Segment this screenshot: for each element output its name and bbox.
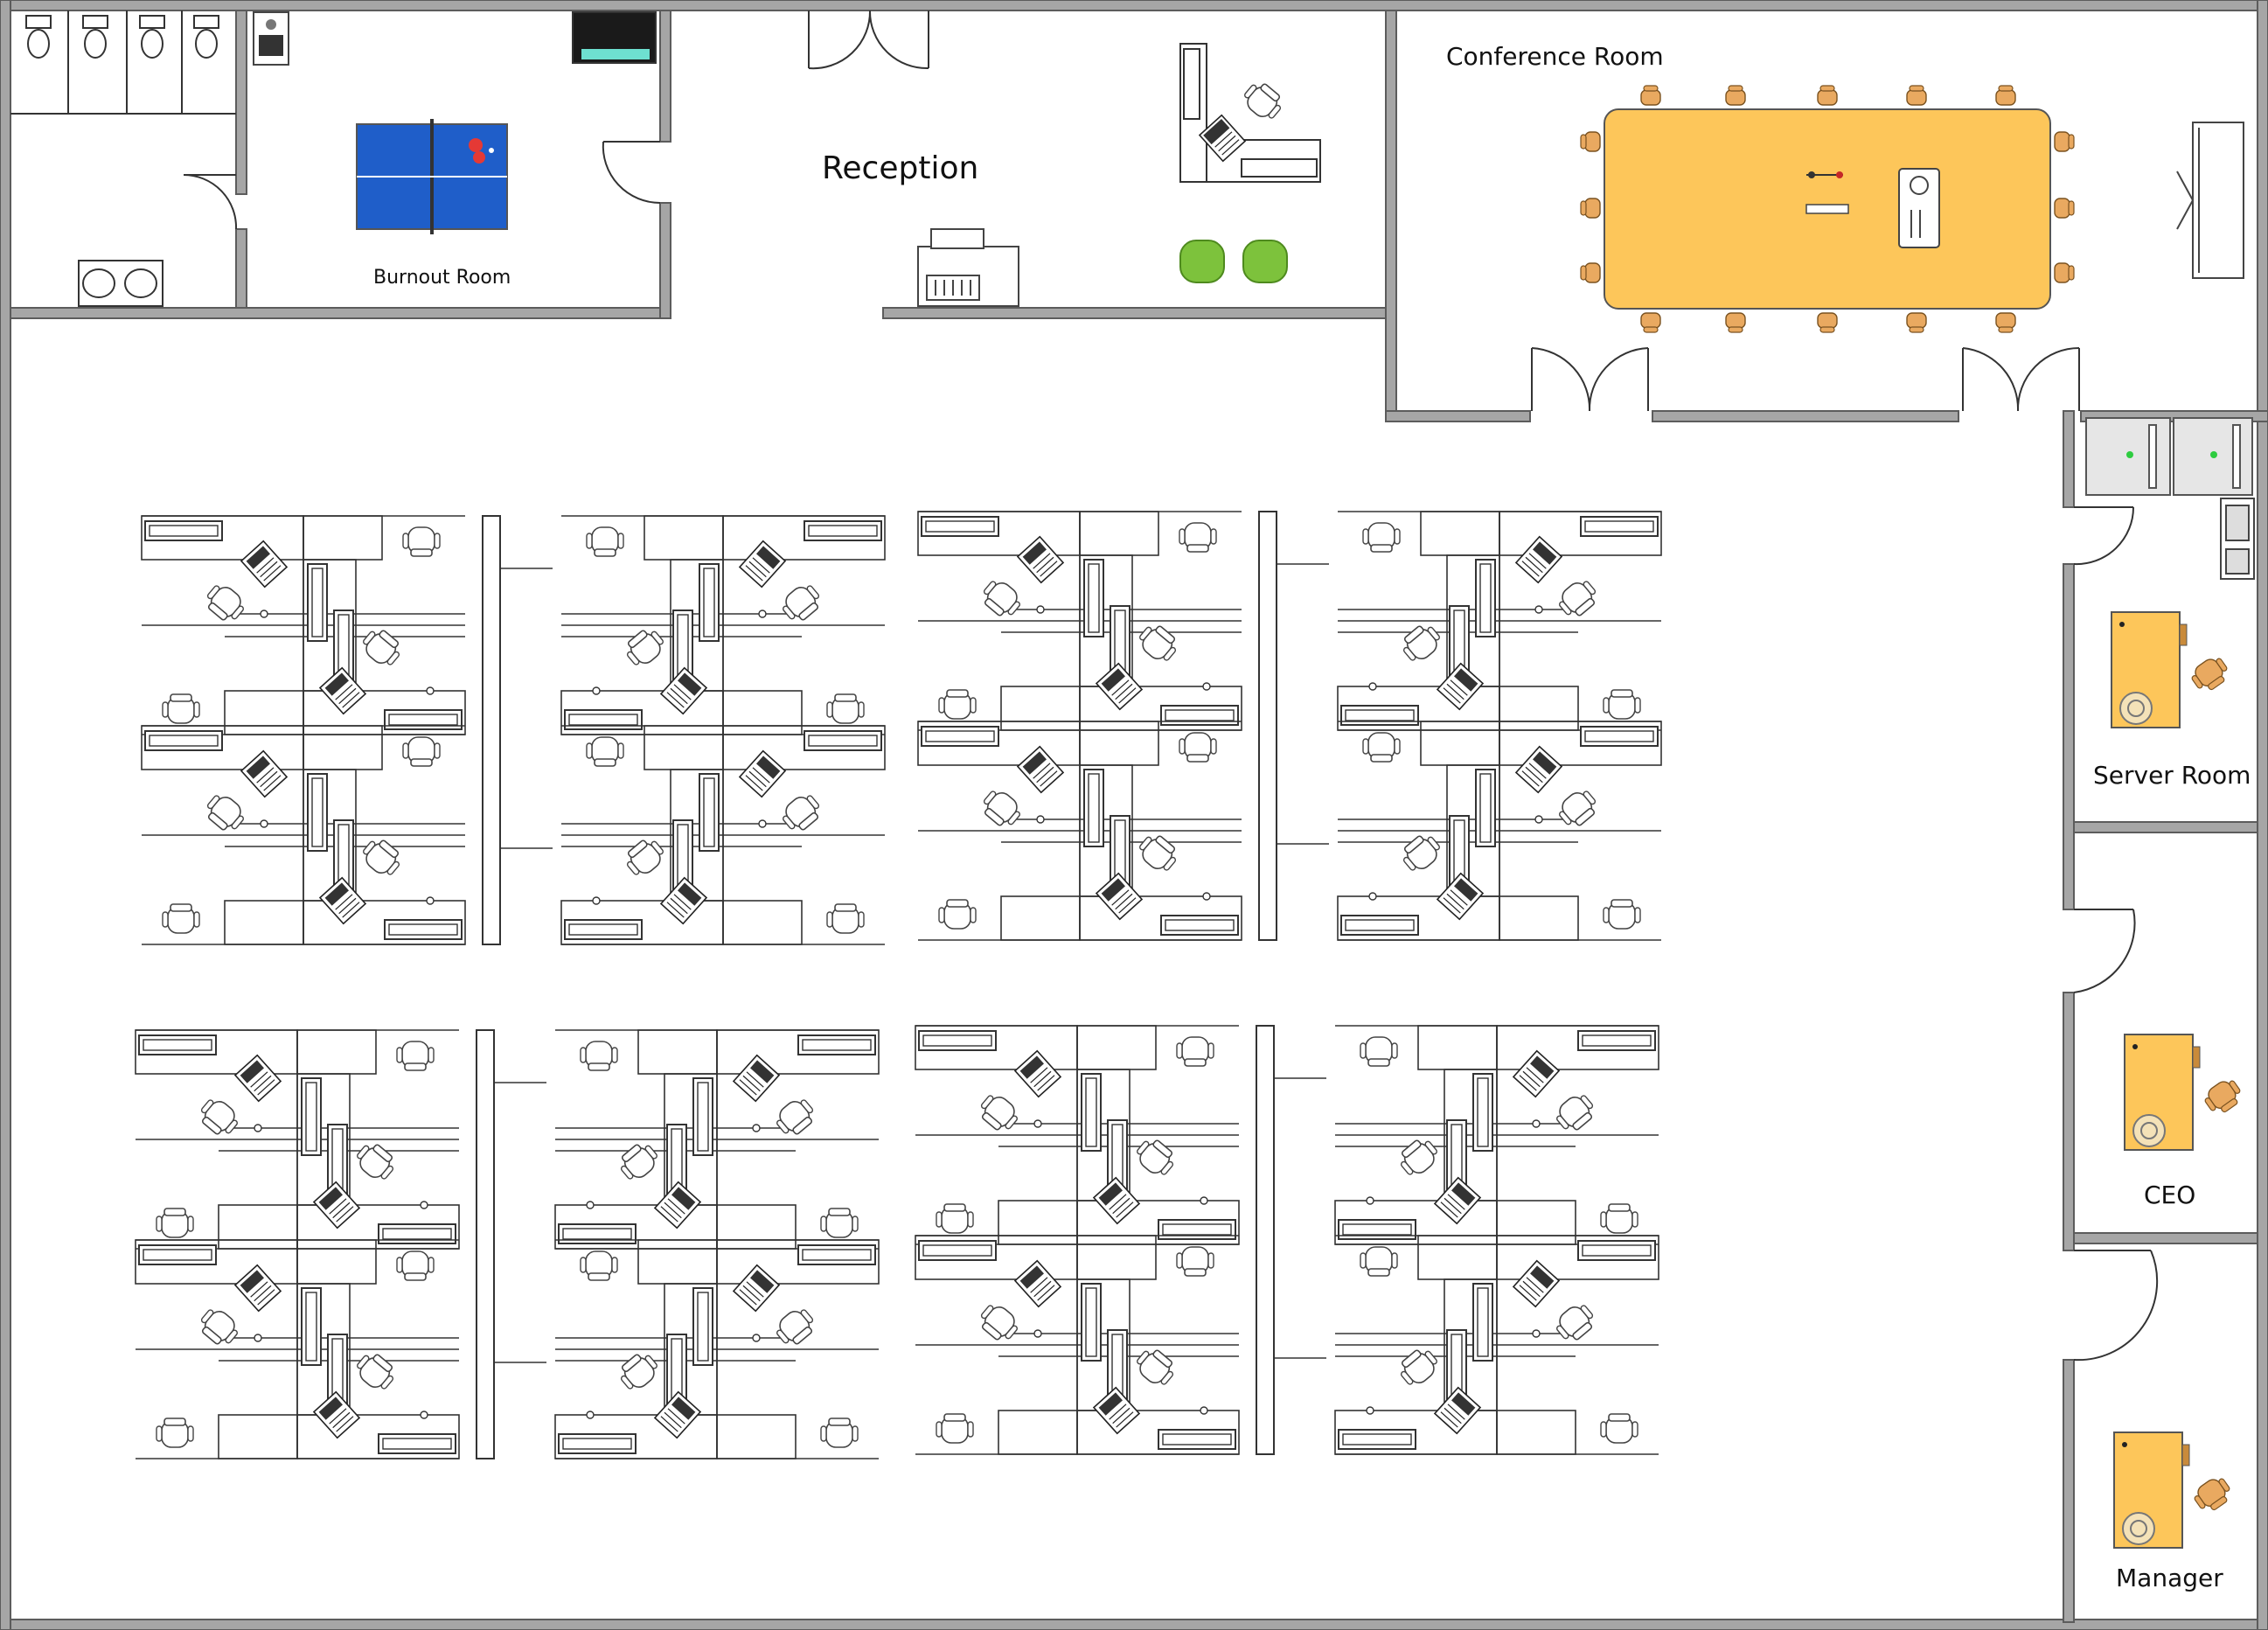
manager-office — [2073, 1250, 2237, 1549]
room-label-reception: Reception — [822, 150, 979, 186]
room-label-conference: Conference Room — [1446, 42, 1664, 71]
door-swing-icon — [1531, 347, 2080, 412]
printer-icon — [917, 228, 1019, 307]
coffee-machine-icon — [253, 11, 289, 66]
office-floor-plan — [0, 0, 2268, 1630]
door-swing-icon — [602, 141, 661, 205]
patch-panel-icon — [2220, 498, 2255, 580]
sink-icon — [78, 260, 163, 307]
room-label-manager: Manager — [2116, 1564, 2223, 1592]
restroom — [10, 10, 238, 307]
door-swing-icon — [2073, 1250, 2159, 1362]
room-label-server: Server Room — [2093, 761, 2251, 790]
toilet-icon — [25, 15, 219, 59]
ceo-office — [2073, 909, 2247, 1151]
door-swing-icon — [2073, 909, 2136, 993]
reception-desk-icon — [1179, 43, 1321, 183]
burnout-room — [253, 11, 661, 234]
armchair-icon — [1179, 240, 1288, 283]
tv-cabinet-icon — [572, 11, 657, 64]
conference-room — [1531, 85, 2244, 412]
room-label-burnout: Burnout Room — [373, 267, 511, 289]
server-rack-icon — [2085, 417, 2253, 496]
door-swing-icon — [2073, 506, 2135, 566]
ping-pong-table-icon — [356, 119, 508, 234]
projection-screen-icon — [2176, 122, 2244, 279]
cubicle-cluster-icon — [136, 512, 1661, 1459]
server-room — [2073, 417, 2255, 728]
room-label-ceo: CEO — [2144, 1181, 2196, 1209]
door-swing-icon — [808, 10, 929, 70]
